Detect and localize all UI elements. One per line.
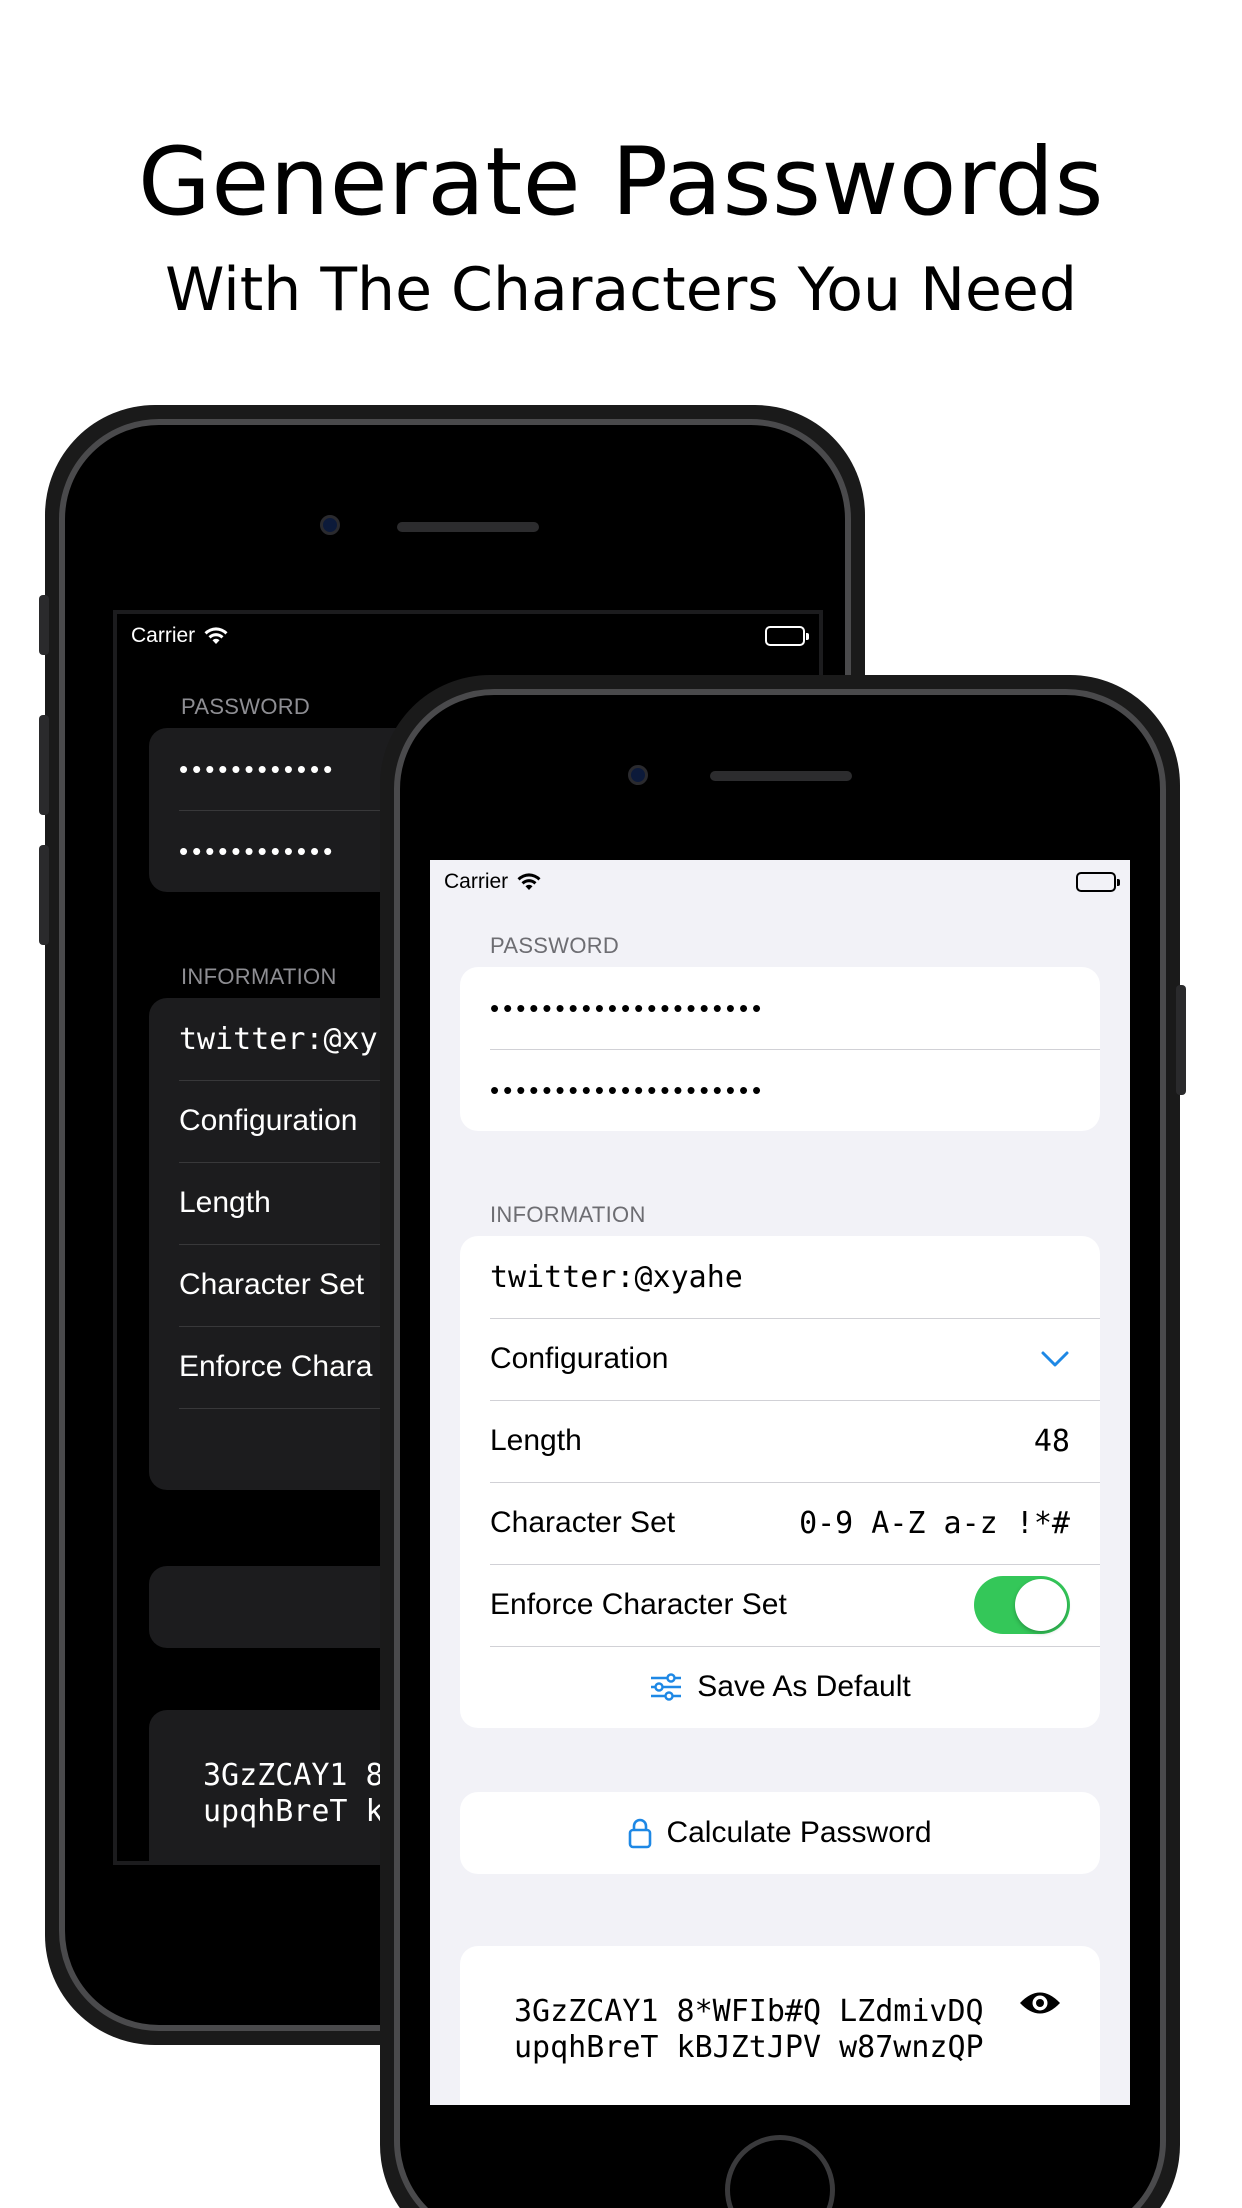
earpiece-speaker [397, 522, 539, 532]
output-line-1: 3GzZCAY1 8*WFIb#Q LZdmivDQ [514, 1994, 984, 2029]
status-bar: Carrier [430, 860, 1130, 904]
eye-icon[interactable] [1018, 1988, 1062, 2018]
save-as-default-label: Save As Default [697, 1670, 911, 1703]
mute-switch [39, 595, 49, 655]
headline-title: Generate Passwords [138, 128, 1104, 237]
front-screen: Carrier PASSWORD ••••••••••••••••••••• •… [430, 860, 1130, 2105]
earpiece-speaker [710, 771, 852, 781]
information-section-header: INFORMATION [490, 1202, 646, 1227]
front-phone: Carrier PASSWORD ••••••••••••••••••••• •… [380, 675, 1186, 2208]
configuration-row[interactable]: Configuration [460, 1318, 1100, 1400]
save-as-default-button[interactable]: Save As Default [460, 1646, 1100, 1728]
front-camera [320, 515, 340, 535]
carrier-label: Carrier [444, 870, 509, 893]
battery-icon [765, 626, 809, 646]
wifi-icon [203, 626, 229, 646]
power-button [1176, 985, 1186, 1095]
calculate-password-label: Calculate Password [666, 1816, 932, 1849]
length-row[interactable]: Length 48 [460, 1400, 1100, 1482]
length-value: 48 [1033, 1423, 1070, 1459]
calculate-group: Calculate Password [460, 1792, 1100, 1874]
carrier-label: Carrier [131, 624, 196, 647]
information-group: twitter:@xyahe Configuration Length 48 C… [460, 1236, 1100, 1728]
password-section-header: PASSWORD [181, 694, 311, 719]
enforce-character-set-label: Enforce Character Set [490, 1588, 787, 1621]
volume-down-button [39, 845, 49, 945]
information-section-header: INFORMATION [181, 964, 337, 989]
character-set-label: Character Set [490, 1506, 676, 1539]
confirm-password-field[interactable]: ••••••••••••••••••••• [460, 1049, 1100, 1131]
enforce-character-set-row: Enforce Character Set [460, 1564, 1100, 1646]
length-label: Length [490, 1424, 582, 1457]
chevron-down-icon [1040, 1350, 1070, 1368]
battery-icon [1076, 872, 1120, 892]
configuration-label: Configuration [490, 1342, 669, 1375]
toggle-knob [1015, 1579, 1067, 1631]
character-set-value: 0-9 A-Z a-z !*# [799, 1505, 1070, 1541]
volume-up-button [39, 715, 49, 815]
status-bar: Carrier [117, 614, 819, 658]
output-line-2: upqhBreT k [203, 1794, 384, 1829]
calculate-password-button[interactable]: Calculate Password [460, 1792, 1100, 1874]
generated-password-output: 3GzZCAY1 8*WFIb#Q LZdmivDQ upqhBreT kBJZ… [460, 1946, 1100, 2105]
site-value: twitter:@xyahe [490, 1259, 743, 1295]
front-camera [628, 765, 648, 785]
character-set-row[interactable]: Character Set 0-9 A-Z a-z !*# [460, 1482, 1100, 1564]
wifi-icon [516, 872, 542, 892]
password-section-header: PASSWORD [490, 933, 620, 958]
headline-subtitle: With The Characters You Need [165, 255, 1077, 325]
lock-icon [628, 1817, 652, 1849]
password-field[interactable]: ••••••••••••••••••••• [460, 967, 1100, 1049]
password-group: ••••••••••••••••••••• ••••••••••••••••••… [460, 967, 1100, 1131]
enforce-character-set-toggle[interactable] [974, 1576, 1070, 1634]
site-field[interactable]: twitter:@xyahe [460, 1236, 1100, 1318]
output-line-2: upqhBreT kBJZtJPV w87wnzQP [514, 2030, 984, 2065]
output-line-1: 3GzZCAY1 8 [203, 1758, 384, 1793]
sliders-icon [649, 1672, 683, 1702]
